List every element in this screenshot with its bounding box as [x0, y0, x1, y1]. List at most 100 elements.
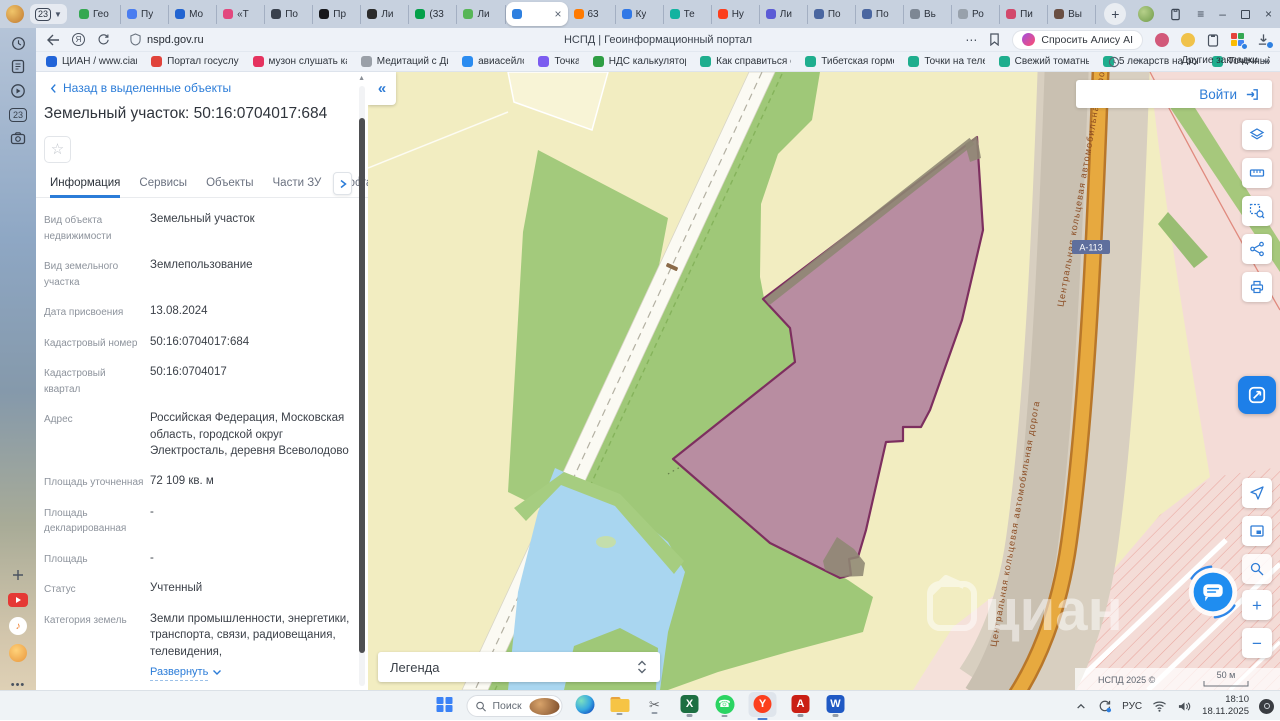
extension-icon[interactable]: [1155, 33, 1169, 47]
bookmark-item[interactable]: Точки на теле: [908, 56, 984, 67]
bookmark-item[interactable]: Точка: [538, 56, 578, 67]
browser-tab[interactable]: ×: [506, 2, 568, 26]
bookmarks-overflow-icon[interactable]: »: [1136, 55, 1142, 67]
url-field[interactable]: nspd.gov.ru: [130, 33, 204, 46]
acrobat-icon[interactable]: A: [788, 692, 814, 720]
browser-tab[interactable]: Ли ×: [361, 5, 409, 24]
browser-tab[interactable]: Гео ×: [73, 5, 121, 24]
extension-icon[interactable]: [1181, 33, 1195, 47]
tab-group-chip[interactable]: 23 ▼: [30, 4, 67, 24]
collapse-panel-button[interactable]: «: [368, 72, 396, 105]
screenshot-camera-icon[interactable]: [7, 127, 29, 149]
zoom-in-button[interactable]: +: [1242, 590, 1272, 620]
extensions-grid-icon[interactable]: [1231, 33, 1245, 47]
nspd-panel-button[interactable]: [1238, 376, 1276, 414]
print-button[interactable]: [1242, 272, 1272, 302]
scroll-up-arrow[interactable]: ▲: [358, 75, 365, 82]
layers-button[interactable]: [1242, 120, 1272, 150]
tray-expand-icon[interactable]: [1075, 701, 1087, 711]
new-tab-button[interactable]: +: [1104, 3, 1126, 25]
map-canvas[interactable]: Центральная кольцевая автомобильная доро…: [368, 72, 1280, 690]
browser-tab[interactable]: Ку ×: [616, 5, 664, 24]
file-explorer-icon[interactable]: [607, 692, 633, 720]
overview-map-button[interactable]: [1242, 516, 1272, 546]
sync-update-icon[interactable]: [1097, 699, 1112, 714]
history-clock-icon[interactable]: [7, 32, 29, 54]
panel-tab[interactable]: Сервисы: [139, 172, 187, 198]
other-bookmarks-button[interactable]: Другие закладки: [1181, 55, 1270, 66]
wifi-icon[interactable]: [1152, 700, 1167, 713]
bookmark-item[interactable]: НДС калькулятор: [593, 56, 686, 67]
login-bar[interactable]: Войти: [1076, 80, 1272, 108]
browser-tab[interactable]: Мо ×: [169, 5, 217, 24]
taskbar-search[interactable]: Поиск: [467, 695, 563, 717]
bookmark-item[interactable]: Медитаций с Ди: [361, 56, 448, 67]
taskbar-clock[interactable]: 18:10 18.11.2025: [1202, 694, 1249, 718]
volume-icon[interactable]: [1177, 700, 1192, 713]
browser-tab[interactable]: 63 ×: [568, 5, 616, 24]
expand-link[interactable]: Развернуть: [150, 665, 208, 682]
bookmark-item[interactable]: авиасейлс: [462, 56, 524, 67]
scrollbar-thumb[interactable]: [359, 118, 365, 653]
tabs-counter-icon[interactable]: 23: [7, 104, 29, 126]
yandex-browser-icon[interactable]: Y: [747, 692, 779, 720]
close-button[interactable]: ×: [1265, 8, 1272, 20]
add-panel-icon[interactable]: [7, 564, 29, 586]
browser-tab[interactable]: Ну ×: [712, 5, 760, 24]
browser-tab[interactable]: По ×: [856, 5, 904, 24]
zoom-out-button[interactable]: −: [1242, 628, 1272, 658]
tabs-scroll-right-button[interactable]: [333, 172, 352, 195]
panel-tab[interactable]: Части ЗУ: [273, 172, 322, 198]
panel-tab[interactable]: Информация: [50, 172, 120, 198]
user-avatar[interactable]: [1138, 6, 1154, 22]
play-circle-icon[interactable]: [7, 80, 29, 102]
bookmark-item[interactable]: Портал госуслуг: [151, 56, 238, 67]
profile-avatar[interactable]: [6, 5, 24, 23]
browser-tab[interactable]: По ×: [808, 5, 856, 24]
minimize-button[interactable]: –: [1219, 8, 1226, 20]
reload-icon[interactable]: [97, 33, 110, 46]
browser-tab[interactable]: Вь ×: [904, 5, 952, 24]
favorite-star-button[interactable]: ☆: [44, 136, 71, 163]
browser-tab[interactable]: Ро ×: [952, 5, 1000, 24]
language-indicator[interactable]: РУС: [1122, 701, 1142, 712]
bookmark-item[interactable]: музон слушать ка: [253, 56, 347, 67]
tab-close-icon[interactable]: ×: [554, 8, 561, 20]
bookmark-flag-icon[interactable]: [989, 33, 1000, 46]
browser-tab[interactable]: Те ×: [664, 5, 712, 24]
bookmark-item[interactable]: Как справиться с: [700, 56, 791, 67]
whatsapp-icon[interactable]: ☎: [712, 692, 738, 720]
notification-icon[interactable]: [1259, 699, 1274, 714]
more-icon[interactable]: ⋯: [965, 33, 977, 47]
youtube-icon[interactable]: [7, 589, 29, 611]
word-icon[interactable]: W: [823, 692, 849, 720]
music-icon[interactable]: ♪: [7, 615, 29, 637]
restore-button[interactable]: [1241, 10, 1250, 19]
browser-tab[interactable]: Ли ×: [457, 5, 505, 24]
back-link[interactable]: Назад в выделенные объекты: [50, 81, 368, 95]
search-on-map-button[interactable]: [1242, 554, 1272, 584]
edge-icon[interactable]: [572, 692, 598, 720]
area-search-button[interactable]: [1242, 196, 1272, 226]
downloads-icon[interactable]: [1257, 33, 1270, 46]
menu-icon[interactable]: ≡: [1197, 8, 1204, 20]
clipboard-extension-icon[interactable]: [1207, 33, 1219, 47]
legend-toggle[interactable]: Легенда: [378, 652, 660, 682]
browser-tab[interactable]: (33 ×: [409, 5, 457, 24]
bookmark-item[interactable]: Тибетская гормо: [805, 56, 894, 67]
pancake-app-icon[interactable]: [7, 642, 29, 664]
snipping-tool-icon[interactable]: ✂: [642, 692, 668, 720]
browser-tab[interactable]: Пу ×: [121, 5, 169, 24]
chat-support-button[interactable]: [1182, 561, 1244, 623]
excel-icon[interactable]: X: [677, 692, 703, 720]
panel-tab[interactable]: Объекты: [206, 172, 253, 198]
alice-ai-button[interactable]: Спросить Алису AI: [1012, 30, 1143, 50]
yandex-services-icon[interactable]: Я: [72, 33, 85, 46]
collections-icon[interactable]: [1169, 8, 1182, 21]
back-icon[interactable]: [46, 34, 60, 46]
bookmark-item[interactable]: Свежий томатны: [999, 56, 1089, 67]
share-button[interactable]: [1242, 234, 1272, 264]
start-button[interactable]: [432, 692, 458, 720]
locate-button[interactable]: [1242, 478, 1272, 508]
panel-scrollbar[interactable]: [359, 86, 365, 686]
